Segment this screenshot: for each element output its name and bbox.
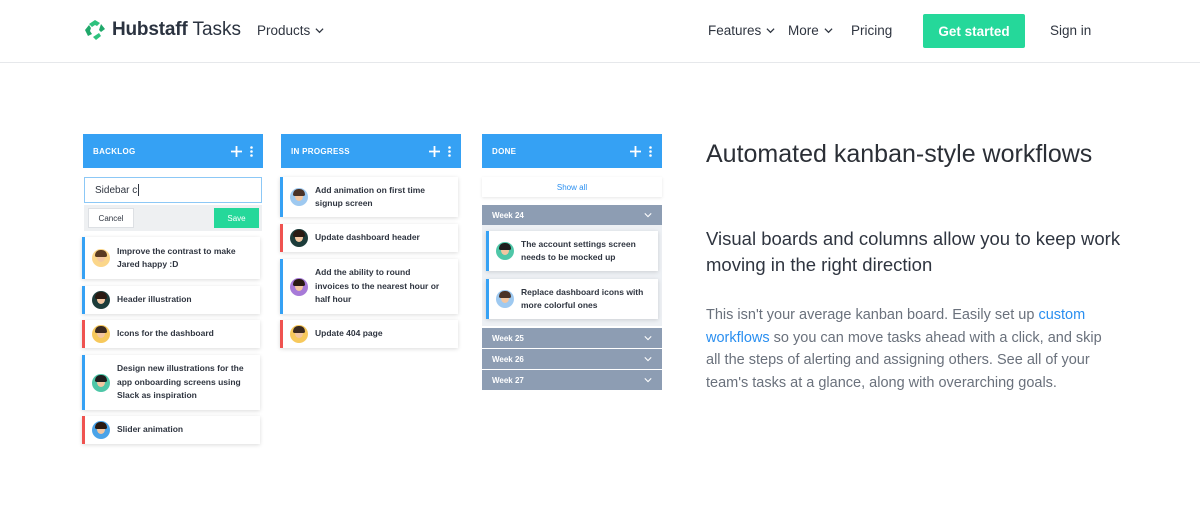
feature-description: This isn't your average kanban board. Ea… xyxy=(706,304,1116,394)
task-card-text: Add the ability to round invoices to the… xyxy=(315,267,440,305)
avatar xyxy=(496,242,514,260)
column-header: DONE xyxy=(482,134,662,168)
feature-subheading: Visual boards and columns allow you to k… xyxy=(706,228,1121,275)
task-card[interactable]: Add the ability to round invoices to the… xyxy=(280,259,458,314)
column-in-progress: IN PROGRESS xyxy=(281,134,461,168)
cancel-button[interactable]: Cancel xyxy=(88,208,134,228)
text-cursor xyxy=(138,184,140,196)
task-card-text: Update dashboard header xyxy=(315,232,420,243)
task-card-text: Icons for the dashboard xyxy=(117,328,214,339)
nav-more-label: More xyxy=(788,23,819,38)
avatar xyxy=(92,373,110,392)
more-vertical-icon[interactable] xyxy=(250,145,253,157)
avatar xyxy=(92,249,110,267)
chevron-down-icon xyxy=(644,213,652,218)
avatar xyxy=(92,421,110,439)
week-label: Week 27 xyxy=(492,375,524,385)
task-card-text: The account settings screen needs to be … xyxy=(521,238,636,263)
nav-pricing-label: Pricing xyxy=(851,23,893,38)
feature-heading: Automated kanban-style workflows xyxy=(706,140,1093,168)
logo-product-text: Tasks xyxy=(192,19,242,40)
week-group-header[interactable]: Week 24 xyxy=(482,205,662,225)
hubstaff-logo-icon xyxy=(85,20,105,40)
get-started-button[interactable]: Get started xyxy=(923,14,1025,48)
column-title: DONE xyxy=(492,146,517,156)
nav-features[interactable]: Features xyxy=(708,23,775,38)
week-group-header[interactable]: Week 26 xyxy=(482,349,662,369)
new-card-input[interactable]: Sidebar c xyxy=(84,177,262,203)
task-card[interactable]: Design new illustrations for the app onb… xyxy=(82,355,260,410)
chevron-down-icon xyxy=(644,357,652,362)
task-card[interactable]: Slider animation xyxy=(82,416,260,444)
task-card[interactable]: Update dashboard header xyxy=(280,224,458,252)
chevron-down-icon xyxy=(315,28,324,34)
avatar xyxy=(92,291,110,309)
task-card-text: Add animation on first time signup scree… xyxy=(315,184,426,209)
nav-products[interactable]: Products xyxy=(257,23,324,38)
avatar xyxy=(290,325,308,343)
task-card[interactable]: Icons for the dashboard xyxy=(82,320,260,348)
chevron-down-icon xyxy=(644,336,652,341)
column-header: BACKLOG xyxy=(83,134,263,168)
plus-icon[interactable] xyxy=(429,145,440,157)
plus-icon[interactable] xyxy=(231,145,242,157)
task-card-text: Replace dashboard icons with more colorf… xyxy=(521,286,644,311)
logo-brand-text: Hubstaff xyxy=(112,19,188,40)
task-card-text: Design new illustrations for the app onb… xyxy=(117,363,244,401)
plus-icon[interactable] xyxy=(630,145,641,157)
task-card[interactable]: Add animation on first time signup scree… xyxy=(280,177,458,217)
week-group-header[interactable]: Week 25 xyxy=(482,328,662,348)
avatar xyxy=(496,290,514,308)
task-card[interactable]: Improve the contrast to make Jared happy… xyxy=(82,237,260,279)
sign-in-link[interactable]: Sign in xyxy=(1050,23,1091,38)
column-title: IN PROGRESS xyxy=(291,146,350,156)
column-header: IN PROGRESS xyxy=(281,134,461,168)
task-card-text: Improve the contrast to make Jared happy… xyxy=(117,245,236,270)
new-card-input-value: Sidebar c xyxy=(95,184,138,196)
column-title: BACKLOG xyxy=(93,146,136,156)
avatar xyxy=(290,277,308,296)
task-card[interactable]: Replace dashboard icons with more colorf… xyxy=(486,279,658,319)
save-button[interactable]: Save xyxy=(214,208,259,228)
week-label: Week 25 xyxy=(492,333,524,343)
chevron-down-icon xyxy=(766,28,775,34)
chevron-down-icon xyxy=(824,28,833,34)
site-header: Hubstaff Tasks Products Features More Pr… xyxy=(0,0,1200,63)
task-card-text: Slider animation xyxy=(117,424,184,435)
more-vertical-icon[interactable] xyxy=(649,145,652,157)
chevron-down-icon xyxy=(644,378,652,383)
week-label: Week 26 xyxy=(492,354,524,364)
nav-products-label: Products xyxy=(257,23,311,38)
task-card-text: Header illustration xyxy=(117,294,192,305)
logo[interactable]: Hubstaff Tasks xyxy=(84,19,241,41)
column-done: DONE xyxy=(482,134,662,168)
task-card[interactable]: The account settings screen needs to be … xyxy=(486,231,658,271)
task-card[interactable]: Header illustration xyxy=(82,286,260,314)
new-card-actions: Cancel Save xyxy=(84,205,262,231)
avatar xyxy=(92,325,110,343)
more-vertical-icon[interactable] xyxy=(448,145,451,157)
task-card[interactable]: Update 404 page xyxy=(280,320,458,348)
week-group-header[interactable]: Week 27 xyxy=(482,370,662,390)
week-label: Week 24 xyxy=(492,210,524,220)
column-backlog: BACKLOG xyxy=(83,134,263,168)
nav-more[interactable]: More xyxy=(788,23,833,38)
avatar xyxy=(290,229,308,247)
feature-description-start: This isn't your average kanban board. Ea… xyxy=(706,307,1039,323)
nav-pricing[interactable]: Pricing xyxy=(851,23,892,38)
nav-features-label: Features xyxy=(708,23,762,38)
task-card-text: Update 404 page xyxy=(315,328,383,339)
avatar xyxy=(290,188,308,206)
show-all-link[interactable]: Show all xyxy=(482,177,662,197)
